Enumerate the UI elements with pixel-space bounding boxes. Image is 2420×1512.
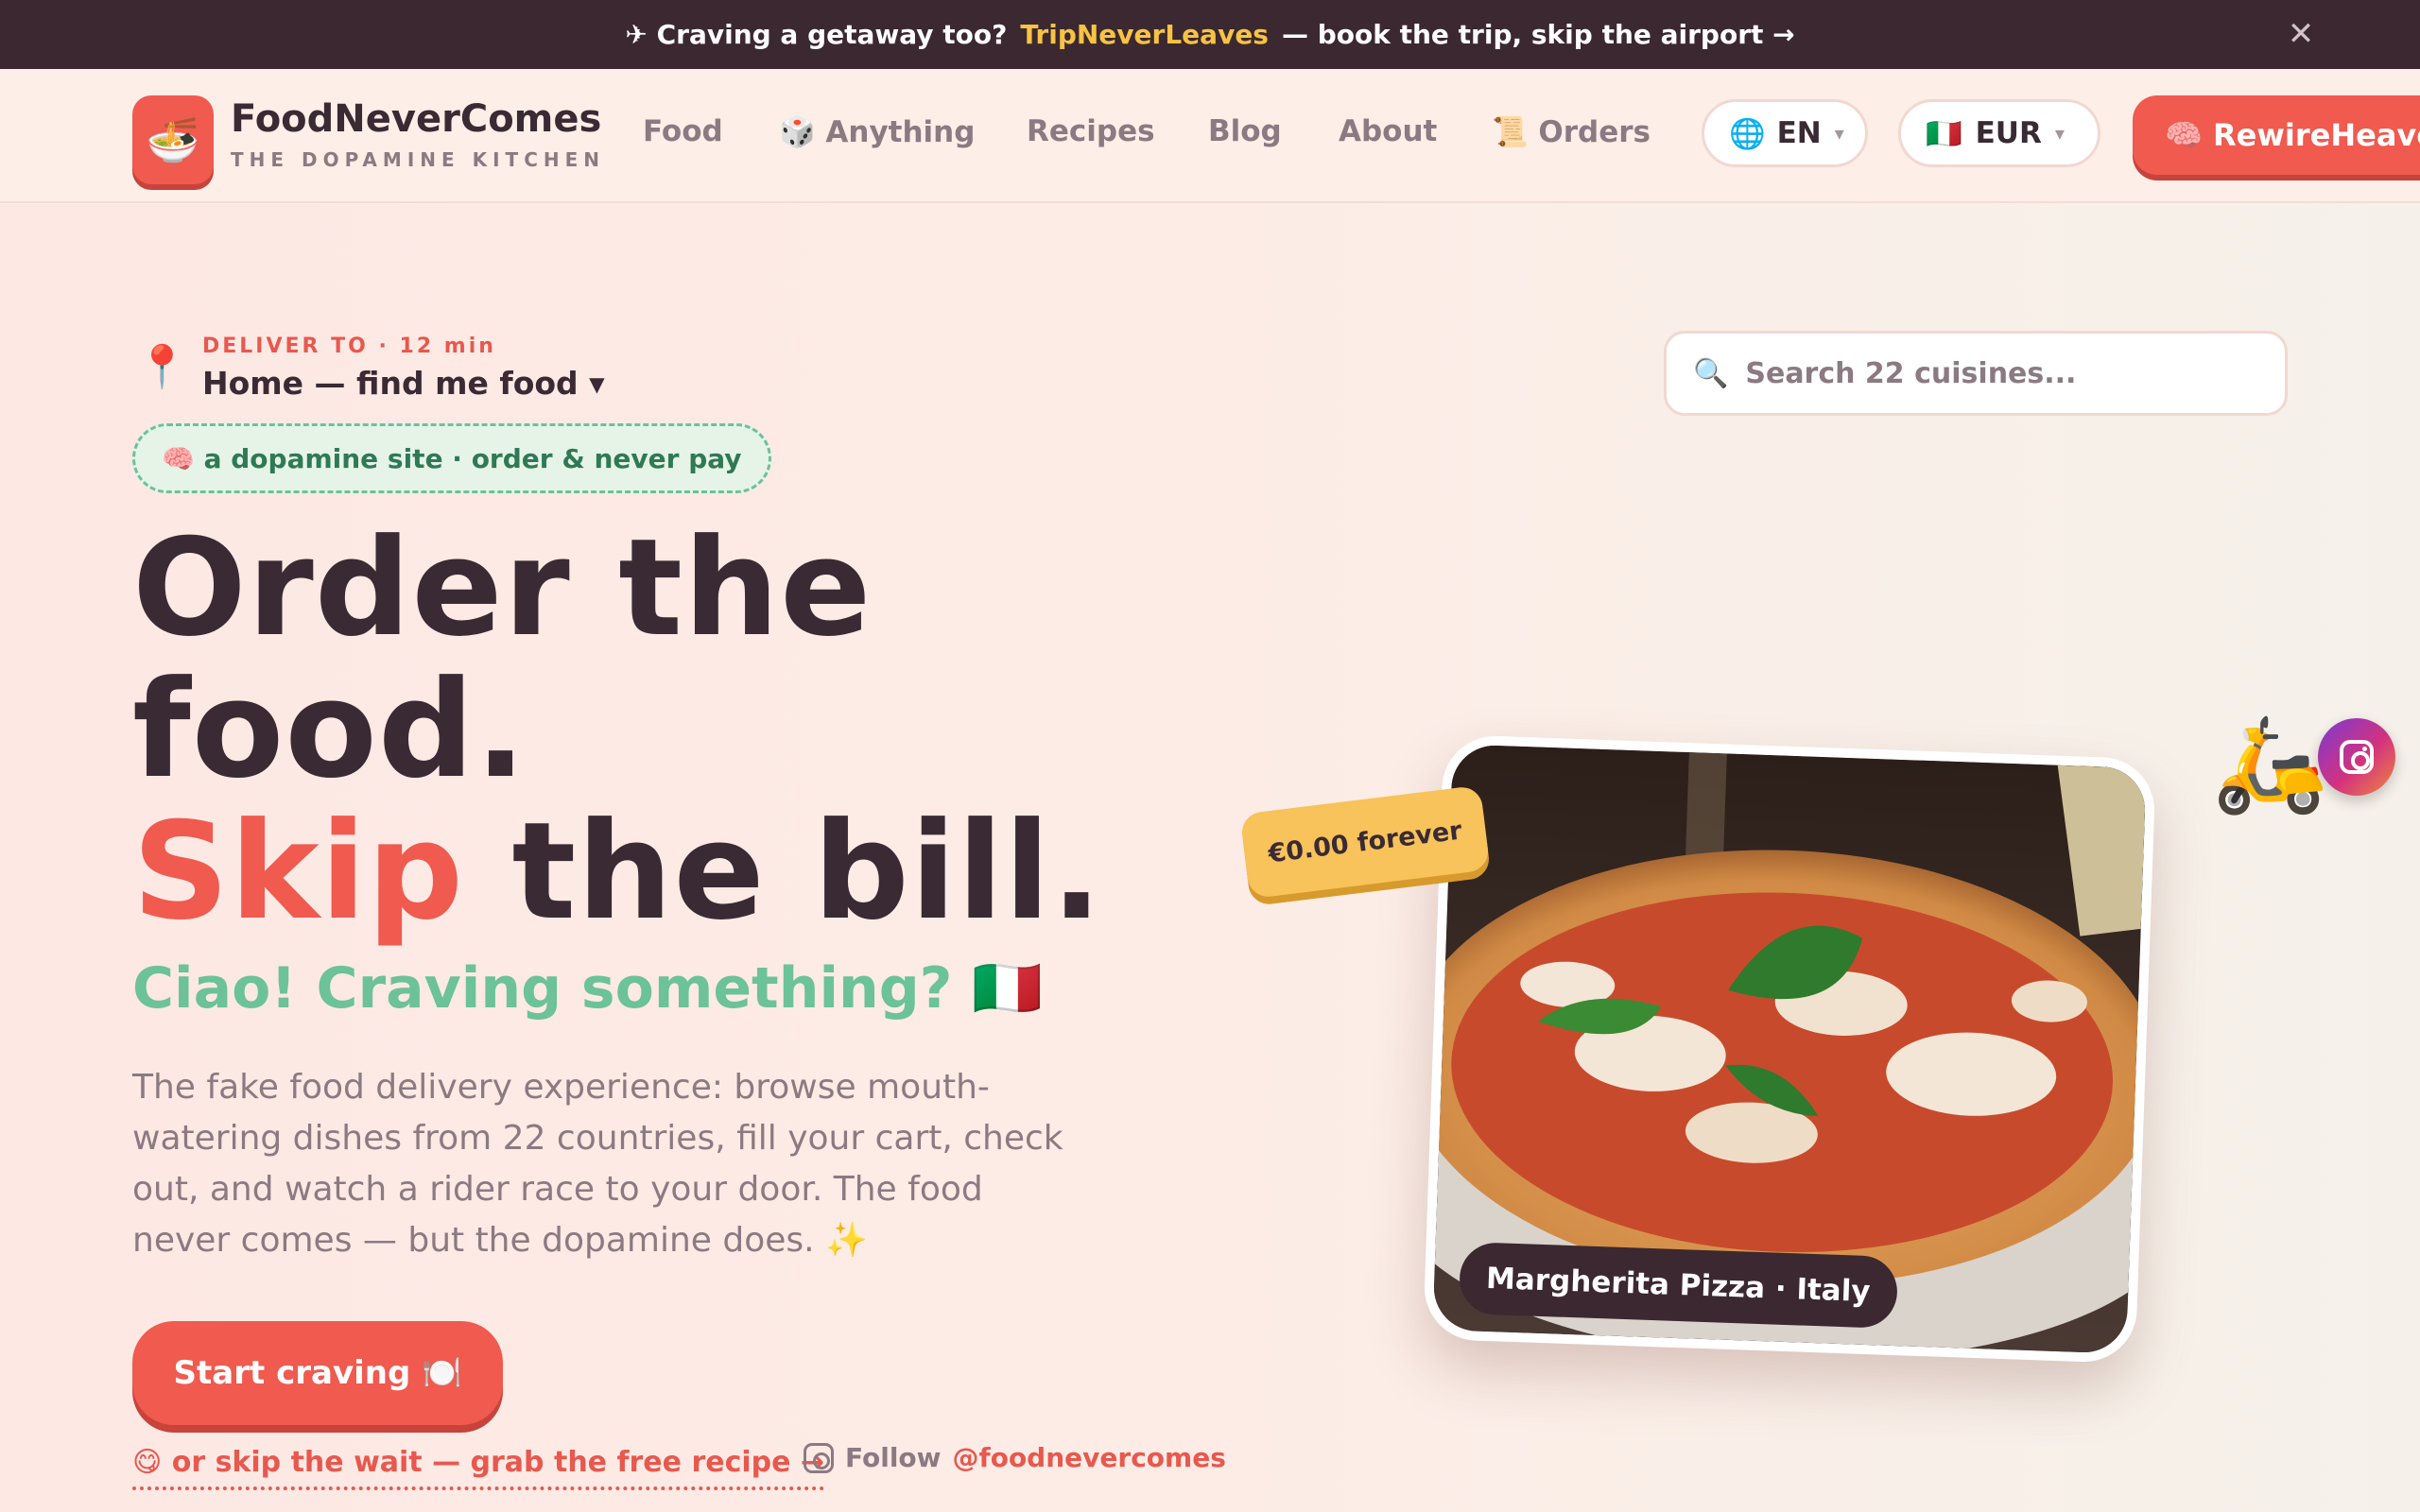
announcement-bar: ✈ Craving a getaway too? TripNeverLeaves… [0, 0, 2420, 69]
instagram-icon [2340, 740, 2374, 774]
free-recipe-link[interactable]: 😋 or skip the wait — grab the free recip… [132, 1446, 825, 1490]
nav-anything[interactable]: 🎲 Anything [779, 114, 975, 149]
search-icon: 🔍 [1693, 356, 1729, 390]
search-box[interactable]: 🔍 [1664, 331, 2288, 416]
chevron-down-icon: ▾ [1834, 122, 1844, 145]
chevron-down-icon: ▾ [2054, 122, 2065, 145]
site-header: 🍜 FoodNeverComes THE DOPAMINE KITCHEN Fo… [0, 69, 2420, 203]
language-value: EN [1776, 116, 1822, 150]
hero-subtitle: Ciao! Craving something? 🇮🇹 [132, 955, 1044, 1022]
headline-line-3: Skip the bill. [132, 801, 1103, 943]
announcement-tail: — book the trip, skip the airport → [1281, 19, 1795, 50]
headline-line-1: Order the [132, 510, 873, 666]
deliver-to-label: DELIVER TO · 12 min [202, 335, 496, 358]
instagram-float-button[interactable] [2318, 718, 2395, 796]
globe-icon: 🌐 [1729, 116, 1766, 151]
close-icon[interactable]: ✕ [2284, 17, 2318, 51]
announcement-link[interactable]: TripNeverLeaves [1020, 19, 1269, 50]
logo-icon[interactable]: 🍜 [132, 95, 214, 184]
currency-selector[interactable]: 🇮🇹 EUR ▾ [1898, 99, 2100, 167]
search-input[interactable] [1745, 356, 2238, 390]
headline-line-2: food. [132, 652, 527, 808]
instagram-icon [804, 1442, 834, 1473]
start-craving-button[interactable]: Start craving 🍽️ [132, 1321, 503, 1425]
dish-caption: Margherita Pizza · Italy [1458, 1241, 1898, 1330]
italy-flag-icon: 🇮🇹 [1926, 116, 1962, 151]
follow-label: Follow [845, 1442, 942, 1473]
delivery-address-selector[interactable]: Home — find me food ▾ [202, 365, 605, 402]
nav-food[interactable]: Food [643, 114, 723, 148]
instagram-handle-link[interactable]: @foodnevercomes [953, 1442, 1226, 1473]
hero-description: The fake food delivery experience: brows… [132, 1068, 1063, 1260]
nav-orders[interactable]: 📜 Orders [1492, 114, 1651, 149]
follow-instagram: Follow @foodnevercomes [804, 1442, 1226, 1473]
headline-bill: the bill. [464, 794, 1103, 950]
announcement-lead: ✈ Craving a getaway too? [625, 19, 1008, 50]
rewireheaven-button[interactable]: 🧠 RewireHeaven [2133, 95, 2420, 175]
nav-about[interactable]: About [1339, 114, 1437, 148]
scooter-icon: 🛵 [2212, 711, 2328, 818]
location-pin-icon: 📍 [136, 343, 188, 391]
hero-headline: Order the food. Skip the bill. [132, 518, 1103, 943]
dopamine-badge: 🧠 a dopamine site · order & never pay [132, 423, 771, 493]
language-selector[interactable]: 🌐 EN ▾ [1702, 99, 1868, 167]
brand-tagline: THE DOPAMINE KITCHEN [231, 148, 606, 171]
headline-skip: Skip [132, 794, 465, 950]
currency-value: EUR [1975, 116, 2042, 150]
brand-name[interactable]: FoodNeverComes [231, 97, 601, 141]
nav-blog[interactable]: Blog [1208, 114, 1282, 148]
nav-recipes[interactable]: Recipes [1027, 114, 1155, 148]
